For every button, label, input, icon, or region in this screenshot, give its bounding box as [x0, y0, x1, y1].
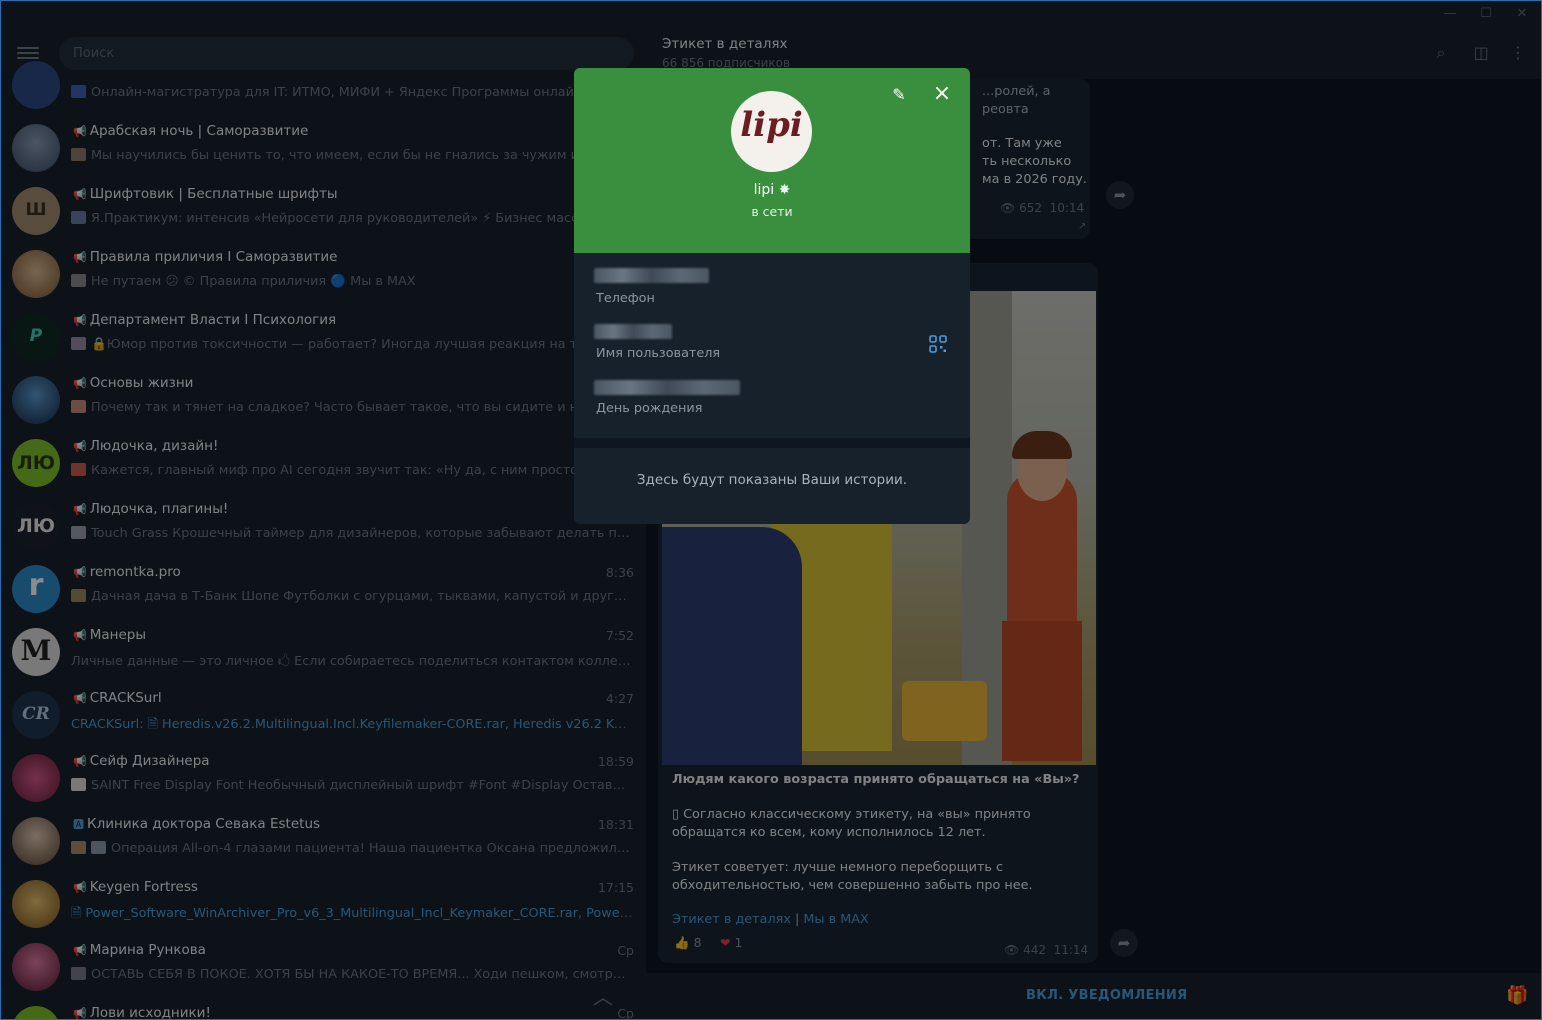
username-label: Имя пользователя [596, 346, 721, 361]
birthday-value-blurred[interactable] [594, 380, 740, 395]
lipi-logo: lipi [740, 105, 803, 145]
stories-placeholder: Здесь будут показаны Ваши истории. [636, 472, 908, 488]
edit-icon[interactable]: ✎ [888, 84, 910, 106]
username-value-blurred[interactable] [594, 324, 672, 339]
premium-star-icon: ✸ [778, 182, 791, 198]
section-divider [574, 438, 970, 448]
profile-modal: lipi lipi ✸ в сети ✎ × Телефон Имя польз… [574, 68, 970, 524]
phone-label: Телефон [596, 291, 655, 306]
birthday-label: День рождения [596, 401, 703, 416]
profile-status: в сети [751, 204, 793, 219]
profile-avatar[interactable]: lipi [731, 91, 812, 172]
qr-code-icon[interactable] [929, 335, 947, 353]
telegram-window: — ☐ ✕ Онлайн-магистратура для IT: ИТМО, … [0, 0, 1542, 1020]
profile-name: lipi ✸ [753, 182, 791, 198]
profile-header: lipi lipi ✸ в сети ✎ × [574, 68, 970, 253]
phone-value-blurred[interactable] [594, 268, 709, 283]
close-icon[interactable]: × [931, 83, 953, 105]
